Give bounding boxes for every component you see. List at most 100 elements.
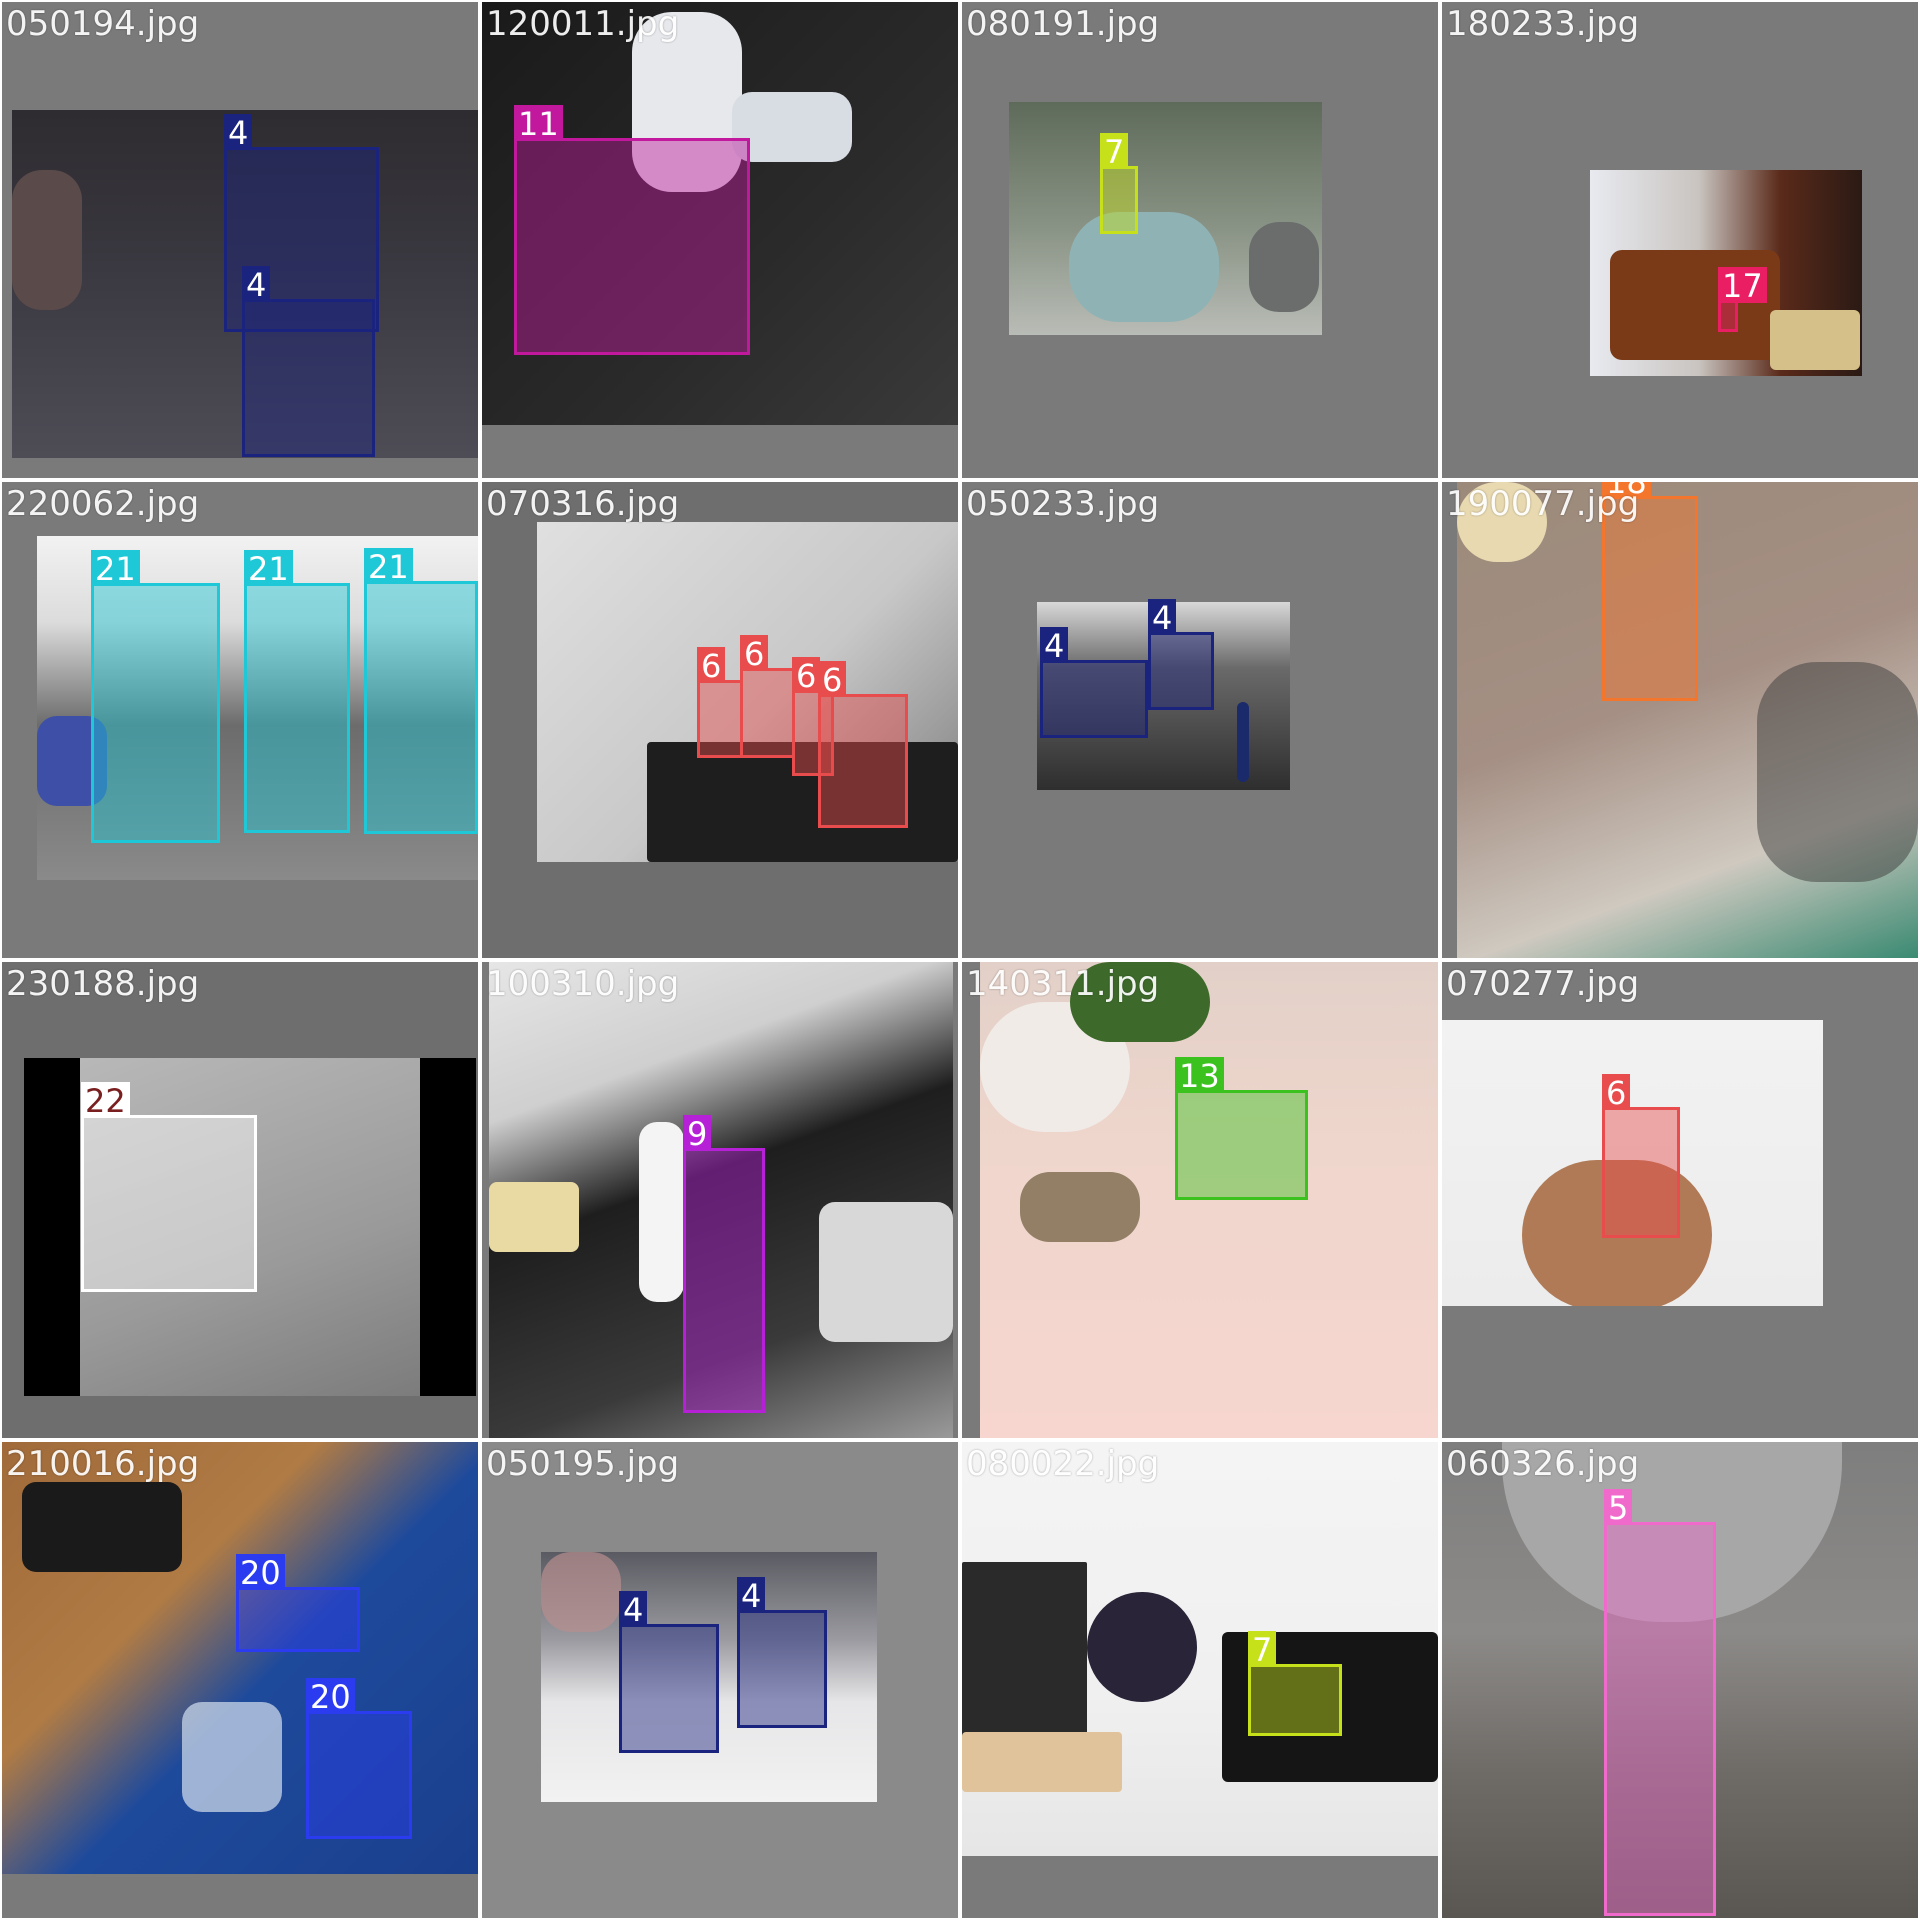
tile-060326[interactable]: 5 060326.jpg [1442, 1442, 1918, 1918]
scene-shape [182, 1702, 282, 1812]
scene-shape [819, 1202, 953, 1342]
tile-050194[interactable]: 4 4 050194.jpg [2, 2, 478, 478]
scene-shape [639, 1122, 684, 1302]
detection-mask [239, 1590, 357, 1649]
photo [980, 962, 1438, 1438]
detection-label: 6 [792, 657, 821, 695]
detection-label: 4 [619, 1591, 648, 1629]
detection-label: 4 [224, 114, 253, 152]
detection-box: 21 [364, 548, 478, 834]
detection-box: 9 [683, 1115, 765, 1413]
detection-mask [1151, 635, 1211, 707]
tile-210016[interactable]: 20 20 210016.jpg [2, 1442, 478, 1918]
tile-070277[interactable]: 6 070277.jpg [1442, 962, 1918, 1438]
tile-220062[interactable]: 21 21 21 220062.jpg [2, 482, 478, 958]
tile-190077[interactable]: 18 190077.jpg [1442, 482, 1918, 958]
filename-label: 080022.jpg [966, 1444, 1160, 1484]
filename-label: 190077.jpg [1446, 484, 1640, 524]
detection-box: 18 [1602, 482, 1698, 701]
detection-mask [700, 683, 740, 755]
detection-label: 11 [514, 105, 563, 143]
scene-shape [1020, 1172, 1140, 1242]
detection-box: 13 [1175, 1057, 1308, 1200]
detection-box: 7 [1100, 133, 1138, 234]
detection-mask [740, 1613, 824, 1725]
filename-label: 210016.jpg [6, 1444, 200, 1484]
detection-mask [1605, 1110, 1677, 1235]
detection-box: 6 [740, 635, 795, 758]
detection-box: 21 [91, 550, 220, 843]
scene-shape [962, 1732, 1122, 1792]
tile-120011[interactable]: 11 120011.jpg [482, 2, 958, 478]
scene-shape [732, 92, 852, 162]
scene-shape [22, 1482, 182, 1572]
detection-box: 4 [737, 1577, 827, 1728]
detection-label: 21 [91, 550, 140, 588]
tile-180233[interactable]: 17 180233.jpg [1442, 2, 1918, 478]
detection-box: 20 [236, 1554, 360, 1652]
detection-label: 4 [1040, 627, 1069, 665]
scene-shape [541, 1552, 621, 1632]
scene-shape [1069, 212, 1219, 322]
photo [1009, 102, 1322, 335]
detection-label: 9 [683, 1115, 712, 1153]
detection-box: 6 [1602, 1074, 1680, 1238]
filename-label: 070277.jpg [1446, 964, 1640, 1004]
detection-box: 4 [1148, 599, 1214, 710]
scene-shape [1770, 310, 1860, 370]
scene-shape [1757, 662, 1918, 882]
detection-box: 6 [818, 661, 908, 828]
image-grid: 4 4 050194.jpg 11 120011.jpg 7 080191.jp… [0, 0, 1920, 1920]
detection-mask [84, 1118, 254, 1289]
scene-shape [1249, 222, 1319, 312]
detection-mask [517, 141, 747, 352]
detection-mask [367, 584, 475, 831]
detection-box: 7 [1248, 1631, 1342, 1736]
detection-label: 4 [242, 266, 271, 304]
detection-mask [1251, 1667, 1339, 1733]
detection-box: 4 [619, 1591, 719, 1753]
tile-050195[interactable]: 4 4 050195.jpg [482, 1442, 958, 1918]
detection-label: 6 [697, 647, 726, 685]
detection-box: 4 [242, 266, 375, 457]
filename-label: 120011.jpg [486, 4, 680, 44]
detection-mask [1103, 169, 1135, 231]
filename-label: 070316.jpg [486, 484, 680, 524]
detection-mask [1721, 303, 1735, 329]
photo [962, 1442, 1438, 1856]
filename-label: 100310.jpg [486, 964, 680, 1004]
detection-mask [94, 586, 217, 840]
filename-label: 080191.jpg [966, 4, 1160, 44]
tile-100310[interactable]: 9 100310.jpg [482, 962, 958, 1438]
tile-050233[interactable]: 4 4 050233.jpg [962, 482, 1438, 958]
scene-shape [962, 1562, 1087, 1752]
filename-label: 230188.jpg [6, 964, 200, 1004]
detection-label: 13 [1175, 1057, 1224, 1095]
detection-label: 6 [740, 635, 769, 673]
detection-mask [247, 586, 347, 830]
scene-shape [1237, 702, 1249, 782]
detection-box: 20 [306, 1678, 412, 1839]
tile-080191[interactable]: 7 080191.jpg [962, 2, 1438, 478]
filename-label: 050233.jpg [966, 484, 1160, 524]
filename-label: 140311.jpg [966, 964, 1160, 1004]
detection-label: 22 [81, 1082, 130, 1120]
detection-label: 7 [1100, 133, 1129, 171]
detection-mask [1607, 1525, 1713, 1913]
detection-box: 21 [244, 550, 350, 833]
detection-mask [1043, 663, 1145, 735]
tile-070316[interactable]: 6 6 6 6 070316.jpg [482, 482, 958, 958]
detection-mask [1605, 499, 1695, 698]
detection-label: 6 [818, 661, 847, 699]
filename-label: 060326.jpg [1446, 1444, 1640, 1484]
tile-140311[interactable]: 13 140311.jpg [962, 962, 1438, 1438]
filename-label: 050194.jpg [6, 4, 200, 44]
detection-mask [622, 1627, 716, 1750]
tile-230188[interactable]: 22 230188.jpg [2, 962, 478, 1438]
detection-label: 7 [1248, 1631, 1277, 1669]
detection-label: 21 [364, 548, 413, 586]
detection-mask [309, 1714, 409, 1836]
scene-shape [489, 1182, 579, 1252]
detection-box: 6 [697, 647, 743, 758]
tile-080022[interactable]: 7 080022.jpg [962, 1442, 1438, 1918]
